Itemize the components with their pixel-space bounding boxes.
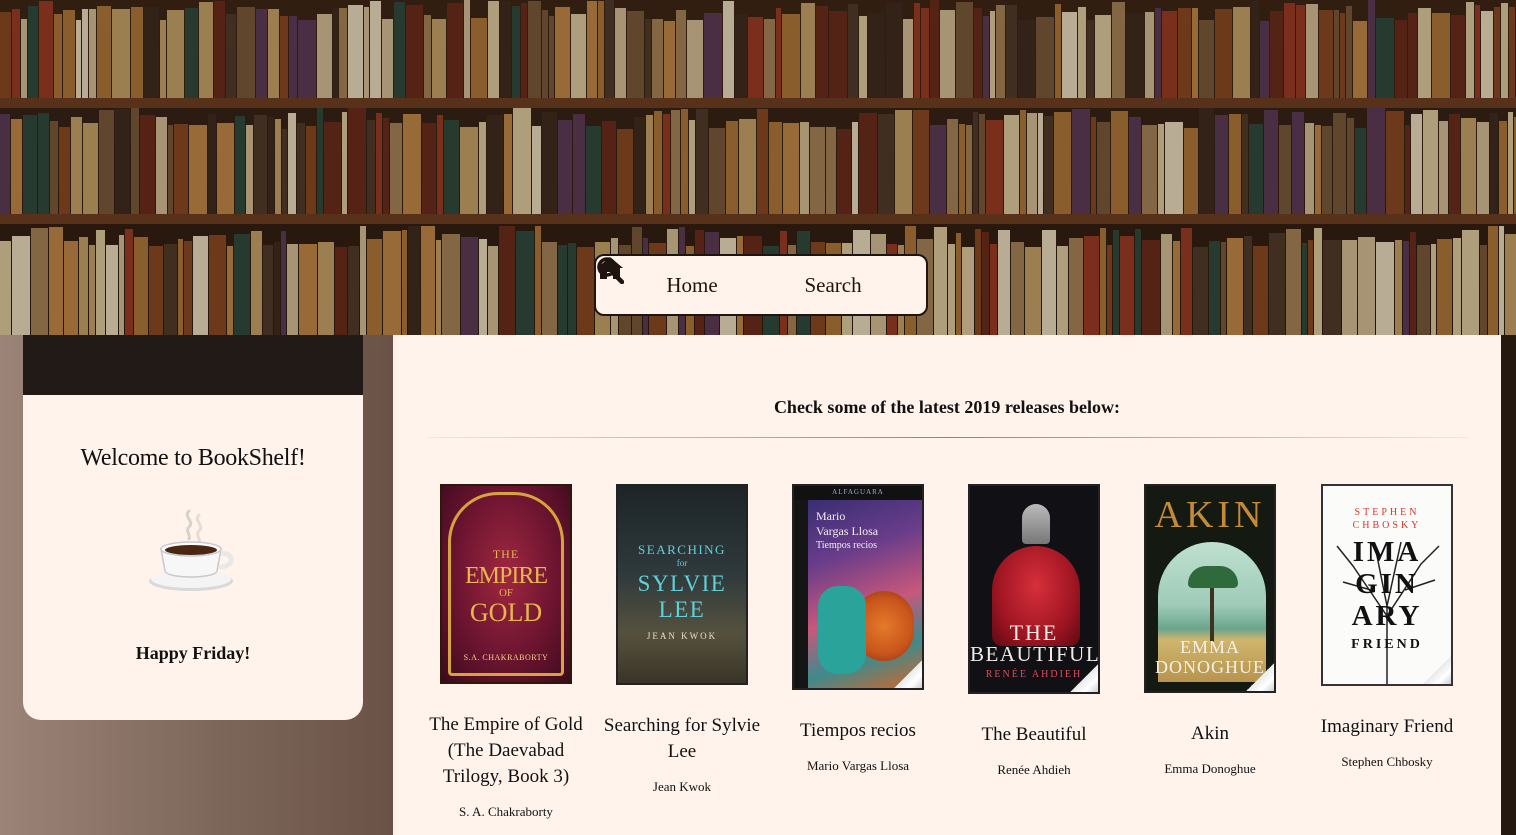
cover-author: STEPHEN [1354, 507, 1420, 518]
book-card[interactable]: AKIN EMMA DONOGHUE Akin Emma Donoghue [1122, 484, 1298, 777]
book-title: The Beautiful [981, 724, 1087, 745]
welcome-card-header [23, 335, 363, 395]
page-edge [1501, 335, 1516, 835]
book-cover[interactable]: AKIN EMMA DONOGHUE [1144, 484, 1276, 693]
cover-illustration [1022, 504, 1050, 544]
book-card[interactable]: STEPHEN CHBOSKY IMA GIN ARY FRIEND Imagi… [1299, 484, 1475, 770]
divider [428, 437, 1468, 438]
nav-search-label: Search [804, 272, 862, 297]
page-curl [894, 660, 922, 688]
nav-home-label: Home [666, 272, 718, 297]
cover-illustration [818, 586, 866, 674]
book-card[interactable]: ALFAGUARA Mario Vargas Llosa Tiempos rec… [770, 484, 946, 774]
book-cover[interactable]: ALFAGUARA Mario Vargas Llosa Tiempos rec… [792, 484, 924, 690]
book-title: Imaginary Friend [1320, 716, 1454, 737]
greeting-text: Happy Friday! [135, 643, 251, 663]
cover-title-line: FRIEND [1351, 637, 1423, 652]
page-curl [1246, 663, 1274, 691]
book-card[interactable]: SEARCHING for SYLVIE LEE JEAN KWOK Searc… [594, 484, 770, 795]
book-cover[interactable]: THE BEAUTIFUL RENÉE AHDIEH [968, 484, 1100, 694]
book-cover[interactable]: STEPHEN CHBOSKY IMA GIN ARY FRIEND [1321, 484, 1453, 686]
main-nav: Home Search [594, 254, 928, 316]
cover-author: JEAN KWOK [646, 631, 718, 641]
cover-author: CHBOSKY [1352, 520, 1422, 531]
cover-title-line: LEE [658, 597, 706, 622]
page-curl [1423, 656, 1451, 684]
cover-spine-band [794, 500, 808, 688]
welcome-card: Welcome to BookShelf! Happy Friday! [23, 335, 363, 720]
releases-heading: Check some of the latest 2019 releases b… [773, 397, 1121, 417]
cover-title-line: for [676, 558, 688, 568]
cover-title-line: THE [492, 547, 520, 561]
bookshelf-banner: Home Search [0, 0, 1516, 335]
cover-title-line: THE [1009, 620, 1059, 645]
cover-title-line: ARY [1351, 600, 1423, 632]
cover-title-line: GIN [1355, 568, 1419, 600]
book-card[interactable]: THE EMPIRE OF GOLD S.A. CHAKRABORTY The … [418, 484, 594, 820]
cover-author: Mario [816, 509, 846, 523]
nav-search[interactable]: Search [597, 257, 862, 298]
book-title: Akin [1191, 723, 1229, 744]
cover-title-line: AKIN [1154, 494, 1266, 536]
nav-home[interactable]: Home [597, 257, 718, 298]
cover-author: EMMA [1179, 637, 1240, 657]
book-author: Emma Donoghue [1164, 761, 1256, 776]
book-title: Searching for Sylvie Lee [603, 715, 761, 762]
cover-illustration [1188, 566, 1238, 588]
book-title: Tiempos recios [800, 720, 916, 741]
cover-author: S.A. CHAKRABORTY [463, 653, 549, 662]
cover-publisher: ALFAGUARA [832, 488, 884, 496]
cover-title-line: EMPIRE [464, 563, 548, 589]
book-cover[interactable]: SEARCHING for SYLVIE LEE JEAN KWOK [616, 484, 748, 685]
page-curl [1070, 664, 1098, 692]
book-card[interactable]: THE BEAUTIFUL RENÉE AHDIEH The Beautiful… [946, 484, 1122, 778]
coffee-cup-icon [145, 505, 241, 595]
cover-title-line: SYLVIE [637, 571, 727, 596]
cover-title-line: GOLD [469, 598, 543, 627]
cover-title-line: Tiempos recios [816, 540, 878, 551]
book-title: The Empire of Gold (The Daevabad Trilogy… [429, 714, 583, 787]
book-author: Renée Ahdieh [997, 762, 1071, 777]
book-author: S. A. Chakraborty [459, 804, 553, 819]
welcome-title: Welcome to BookShelf! [80, 445, 306, 471]
book-cover[interactable]: THE EMPIRE OF GOLD S.A. CHAKRABORTY [440, 484, 572, 684]
cover-title-line: BEAUTIFUL [970, 642, 1100, 666]
book-author: Stephen Chbosky [1341, 754, 1433, 769]
book-author: Mario Vargas Llosa [806, 758, 910, 773]
book-author: Jean Kwok [652, 779, 712, 794]
releases-panel: Check some of the latest 2019 releases b… [393, 335, 1501, 835]
cover-title-line: SEARCHING [638, 542, 726, 557]
cover-title-line: IMA [1352, 536, 1422, 568]
cover-author: Vargas Llosa [816, 524, 879, 538]
